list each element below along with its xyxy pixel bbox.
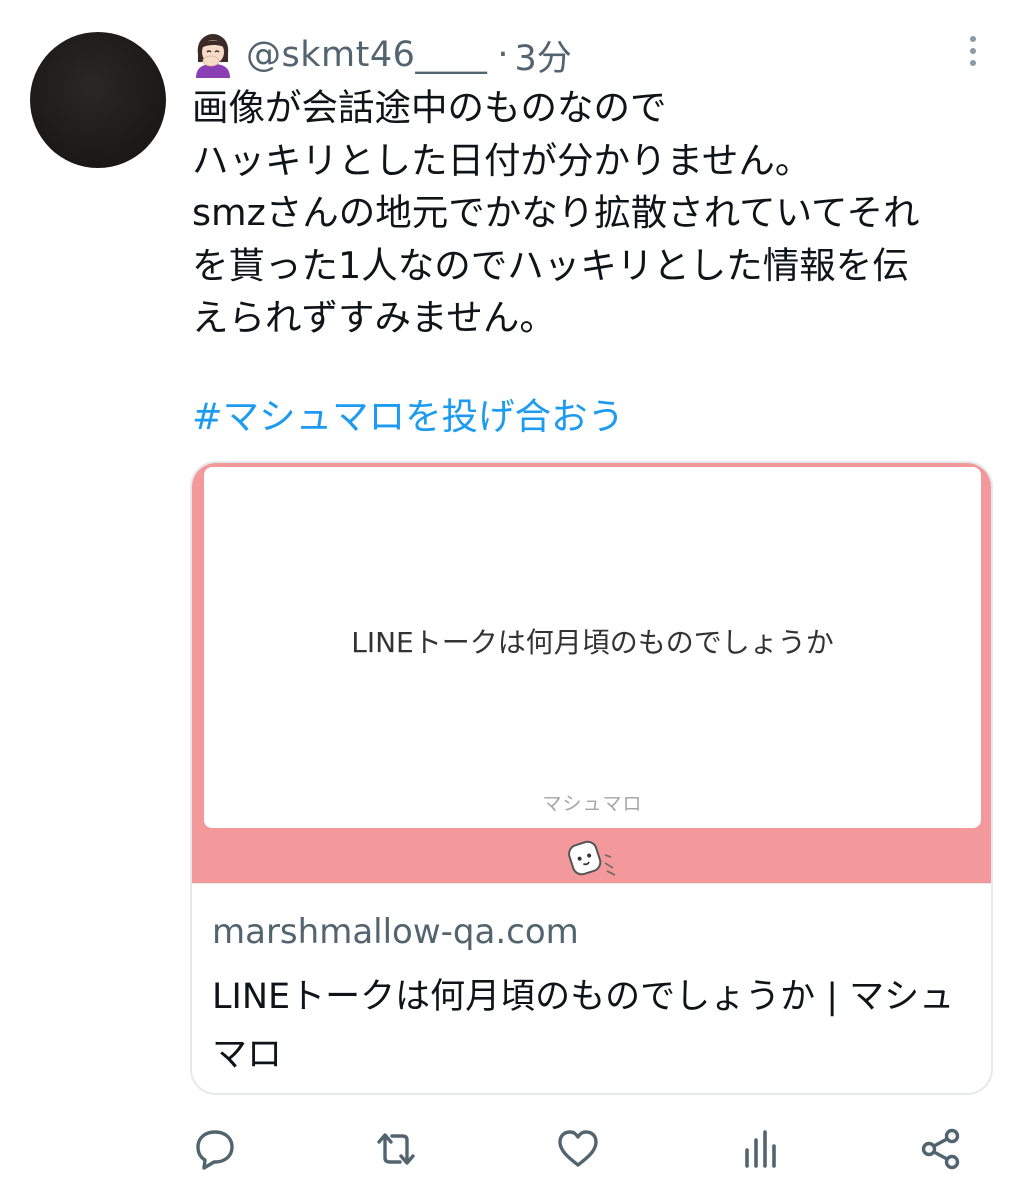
card-image: LINEトークは何月頃のものでしょうか マシュマロ	[192, 463, 991, 883]
avatar[interactable]	[30, 32, 166, 168]
card-title: LINEトークは何月頃のものでしょうか | マシュマロ	[212, 977, 955, 1075]
tweet-text: 画像が会話途中のものなので ハッキリとした日付が分かりません。 smzさんの地元…	[192, 82, 992, 345]
woman-facepalming-emoji-icon	[192, 32, 234, 78]
marshmallow-icon	[565, 835, 623, 883]
retweet-icon[interactable]	[373, 1126, 419, 1172]
analytics-icon[interactable]	[738, 1126, 784, 1172]
tweet-text-line: を貰った1人なのでハッキリとした情報を伝	[192, 243, 909, 287]
author-handle[interactable]: @skmt46____	[246, 35, 487, 75]
hashtag-link[interactable]: #マシュマロを投げ合おう	[192, 391, 624, 443]
card-brand-label: マシュマロ	[542, 793, 643, 815]
timestamp[interactable]: 3分	[515, 30, 572, 81]
reply-icon[interactable]	[192, 1126, 238, 1172]
tweet-text-line: smzさんの地元でかなり拡散されていてそれ	[192, 191, 920, 234]
more-vertical-icon[interactable]	[956, 32, 990, 72]
card-question-panel: LINEトークは何月頃のものでしょうか マシュマロ	[204, 467, 981, 828]
action-bar	[0, 1120, 1024, 1176]
tweet-text-line: ハッキリとした日付が分かりません。	[192, 138, 812, 182]
card-question-text: LINEトークは何月頃のものでしょうか	[351, 626, 834, 659]
card-domain: marshmallow-qa.com	[212, 912, 579, 952]
separator: ·	[497, 35, 509, 75]
heart-icon[interactable]	[555, 1126, 601, 1172]
tweet-text-line: 画像が会話途中のものなので	[192, 86, 667, 129]
tweet-header: @skmt46____ · 3分	[192, 30, 572, 80]
card-meta: marshmallow-qa.com LINEトークは何月頃のものでしょうか |…	[192, 883, 991, 1075]
tweet-text-line: えられずすみません。	[192, 296, 556, 339]
link-card[interactable]: LINEトークは何月頃のものでしょうか マシュマロ marshmallow-qa…	[190, 461, 993, 1095]
share-icon[interactable]	[918, 1126, 964, 1172]
